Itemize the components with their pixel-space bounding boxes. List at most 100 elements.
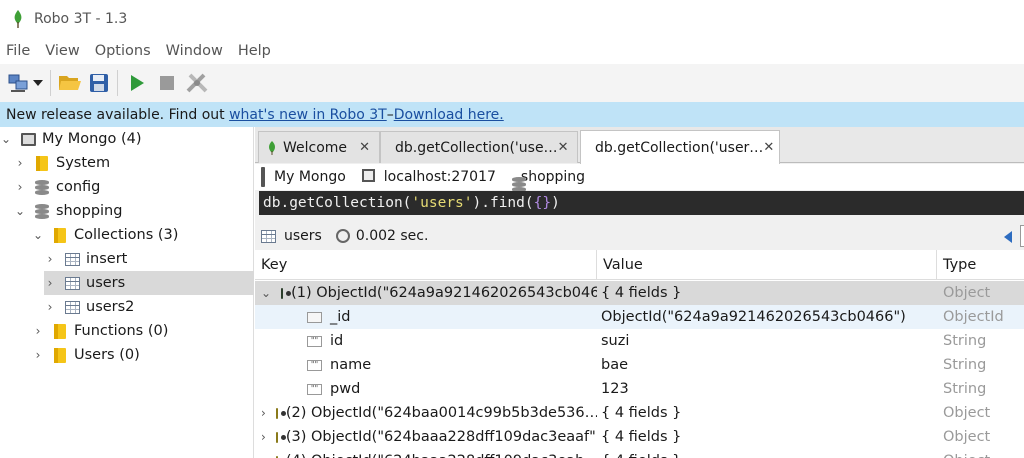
folder-open-icon: [59, 76, 81, 90]
tree-label-db-users: Users (0): [74, 347, 140, 363]
chevron-right-icon[interactable]: ›: [32, 348, 44, 362]
chevron-down-icon[interactable]: ⌄: [0, 132, 12, 146]
table-icon: [261, 229, 276, 243]
chevron-down-icon[interactable]: ⌄: [261, 286, 271, 300]
tree-item-collection-insert[interactable]: › insert: [44, 247, 128, 271]
open-button[interactable]: [55, 69, 85, 97]
chevron-right-icon[interactable]: ›: [261, 430, 266, 444]
table-row[interactable]: "" pwd 123 String: [255, 377, 1024, 401]
string-icon: "": [307, 335, 322, 347]
menu-bar: File View Options Window Help: [0, 38, 1024, 64]
toolbar-separator: [50, 70, 51, 96]
network-connect-icon: [8, 74, 28, 92]
tree-item-config[interactable]: › config: [14, 175, 101, 199]
table-row[interactable]: › (3) ObjectId("624baaa228dff109dac3eaaf…: [255, 425, 1024, 449]
menu-help[interactable]: Help: [232, 43, 277, 59]
orientation-button[interactable]: [182, 69, 212, 97]
tree-item-shopping[interactable]: ⌄ shopping: [14, 199, 122, 223]
tree-item-db-users[interactable]: › Users (0): [32, 343, 140, 367]
folder-icon: [54, 227, 66, 243]
tree-label-connection: My Mongo (4): [42, 131, 142, 147]
row-key: id: [330, 333, 344, 349]
update-notification-dash: –: [386, 106, 394, 123]
menu-window[interactable]: Window: [160, 43, 229, 59]
tree-label-system: System: [56, 155, 111, 171]
query-mid: ).find(: [472, 195, 534, 211]
tree-label-insert: insert: [86, 251, 128, 267]
column-header-key[interactable]: Key: [255, 250, 597, 280]
table-row[interactable]: ⌄ (1) ObjectId("624a9a921462026543cb046……: [255, 281, 1024, 305]
tree-item-collections[interactable]: ⌄ Collections (3): [32, 223, 178, 247]
page-prev-icon[interactable]: [1004, 231, 1012, 243]
floppy-disk-icon: [90, 74, 108, 92]
tree-label-users: users: [86, 275, 126, 291]
execute-button[interactable]: [122, 69, 152, 97]
row-key: (2) ObjectId("624baa0014c99b5b3de536…: [285, 405, 597, 421]
connection-info-bar: My Mongo localhost:27017 shopping: [255, 164, 1024, 192]
chevron-right-icon[interactable]: ›: [44, 300, 56, 314]
table-row[interactable]: › (2) ObjectId("624baa0014c99b5b3de536… …: [255, 401, 1024, 425]
table-icon: [64, 300, 80, 314]
close-icon[interactable]: ✕: [359, 140, 370, 155]
menu-options[interactable]: Options: [89, 43, 157, 59]
row-type: Object: [943, 449, 1024, 458]
connect-button[interactable]: [6, 69, 30, 97]
tree-item-connection[interactable]: ⌄ My Mongo (4): [0, 127, 254, 151]
tree-item-collection-users2[interactable]: › users2: [44, 295, 135, 319]
play-icon: [131, 75, 144, 91]
page-size-input[interactable]: [1020, 225, 1024, 247]
menu-view[interactable]: View: [39, 43, 85, 59]
save-button[interactable]: [85, 69, 113, 97]
row-value: bae: [601, 357, 629, 373]
chevron-down-icon[interactable]: ⌄: [14, 204, 26, 218]
row-key: (4) ObjectId("624baaa228dff109dac3eab…: [286, 453, 597, 458]
table-row[interactable]: "" id suzi String: [255, 329, 1024, 353]
tab-bar: Welcome ✕ db.getCollection('use… ✕ db.ge…: [255, 127, 1024, 164]
chevron-right-icon[interactable]: ›: [14, 156, 26, 170]
row-value: { 4 fields }: [601, 405, 682, 421]
stop-button[interactable]: [152, 69, 182, 97]
chevron-down-icon[interactable]: ⌄: [32, 228, 44, 242]
row-value: ObjectId("624a9a921462026543cb0466"): [601, 309, 906, 325]
document-icon: [281, 287, 292, 299]
table-row[interactable]: _id ObjectId("624a9a921462026543cb0466")…: [255, 305, 1024, 329]
whats-new-link[interactable]: what's new in Robo 3T: [229, 107, 387, 123]
menu-file[interactable]: File: [0, 43, 36, 59]
column-header-value[interactable]: Value: [597, 250, 937, 280]
close-icon[interactable]: ✕: [763, 140, 774, 155]
row-type: Object: [943, 285, 991, 301]
row-type: Object: [943, 429, 991, 445]
tab-query-2[interactable]: db.getCollection('user… ✕: [580, 130, 780, 164]
string-icon: "": [307, 359, 322, 371]
close-icon[interactable]: ✕: [558, 140, 569, 155]
table-row[interactable]: › (4) ObjectId("624baaa228dff109dac3eab……: [255, 449, 1024, 458]
connection-database: shopping: [511, 169, 585, 192]
row-type: String: [943, 381, 987, 397]
tree-label-collections: Collections (3): [74, 227, 179, 243]
tab-label: Welcome: [283, 139, 348, 156]
chevron-right-icon[interactable]: ›: [261, 406, 266, 420]
row-value: { 4 fields }: [601, 285, 682, 301]
tree-label-shopping: shopping: [56, 203, 123, 219]
query-editor[interactable]: db.getCollection('users').find({}): [259, 191, 1024, 215]
tree-item-functions[interactable]: › Functions (0): [32, 319, 169, 343]
tree-item-system[interactable]: › System: [14, 151, 110, 175]
tab-label: db.getCollection('use…: [395, 139, 558, 156]
result-time: 0.002 sec.: [355, 228, 429, 244]
table-row[interactable]: "" name bae String: [255, 353, 1024, 377]
query-args: {}: [533, 195, 552, 211]
connect-dropdown-button[interactable]: [30, 69, 46, 97]
chevron-right-icon[interactable]: ›: [14, 180, 26, 194]
column-header-type[interactable]: Type: [937, 250, 1024, 280]
row-value: { 4 fields }: [601, 449, 937, 458]
tab-welcome[interactable]: Welcome ✕: [258, 131, 380, 163]
download-link[interactable]: Download here.: [394, 107, 504, 123]
results-tree-grid: Key Value Type ⌄ (1) ObjectId("624a9a921…: [255, 250, 1024, 458]
table-icon: [64, 276, 80, 290]
chevron-right-icon[interactable]: ›: [32, 324, 44, 338]
tree-item-collection-users[interactable]: › users: [44, 271, 254, 295]
tab-query-1[interactable]: db.getCollection('use… ✕: [380, 131, 578, 163]
chevron-right-icon[interactable]: ›: [261, 454, 266, 458]
chevron-right-icon[interactable]: ›: [44, 276, 56, 290]
chevron-right-icon[interactable]: ›: [44, 252, 56, 266]
